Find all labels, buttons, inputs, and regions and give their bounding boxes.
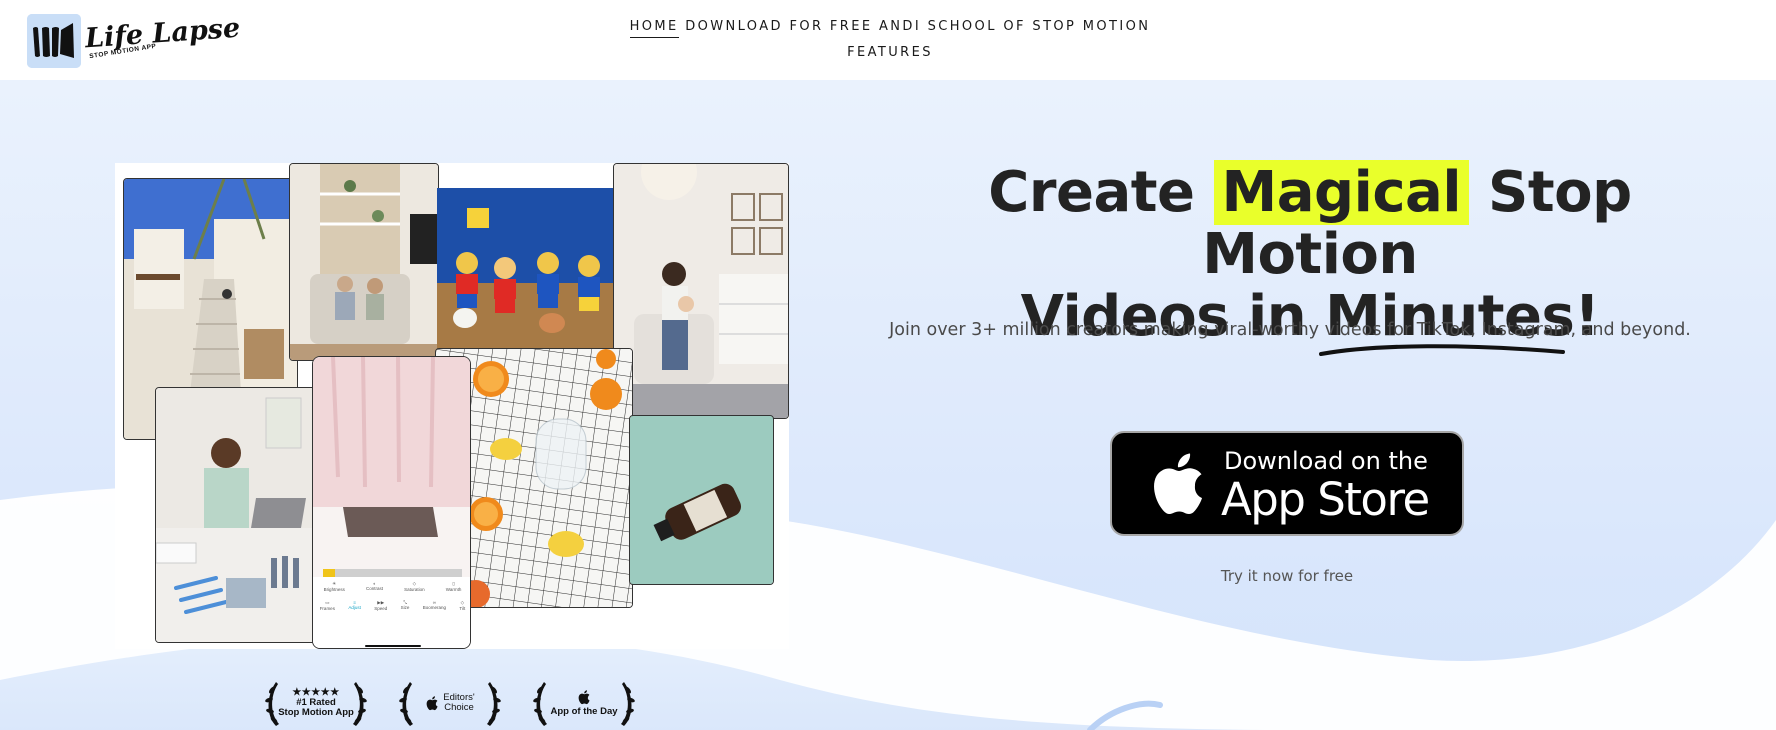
- tool-label: Frames: [319, 606, 335, 611]
- tool-label: Adjust: [348, 605, 361, 610]
- tilt-icon[interactable]: ◇: [461, 600, 464, 605]
- headline-highlight: Magical: [1213, 160, 1470, 225]
- main-nav: HOME DOWNLOAD FOR FREE ANDI SCHOOL OF ST…: [620, 14, 1160, 66]
- nav-item-download[interactable]: DOWNLOAD FOR FREE: [685, 14, 872, 40]
- tool-label: Speed: [374, 606, 388, 611]
- laurel-icon: [399, 682, 501, 726]
- adjust-label: Warmth: [445, 587, 462, 592]
- phone-editor-screen: ☀ Brightness ◐ Contrast ◇ Saturation ▯ Warmt…: [312, 356, 471, 649]
- photo-toy-figures: [437, 188, 617, 353]
- logo[interactable]: Life Lapse STOP MOTION APP: [27, 13, 241, 69]
- try-free-note: Try it now for free: [1220, 567, 1354, 585]
- photo-bottle: [629, 415, 774, 585]
- tool-label: Tilt: [459, 606, 466, 611]
- hero-subtitle: Join over 3+ million creators making vir…: [889, 320, 1691, 340]
- brightness-icon[interactable]: ☀: [332, 581, 336, 586]
- laurel-icon: [533, 682, 635, 726]
- adjust-row: ☀ Brightness ◐ Contrast ◇ Saturation ▯ Warmt…: [313, 577, 470, 592]
- example-collage: ☀ Brightness ◐ Contrast ◇ Saturation ▯ Warmt…: [115, 163, 789, 649]
- logo-mark-icon: [27, 14, 81, 68]
- site-header: Life Lapse STOP MOTION APP HOME DOWNLOAD…: [0, 0, 1776, 80]
- tool-row: ▭ Frames ≡ Adjust ▶▶ Speed ⤡ Size ∞ Boomerang…: [313, 592, 470, 611]
- nav-item-school[interactable]: SCHOOL OF STOP MOTION: [928, 14, 1151, 40]
- speed-icon[interactable]: ▶▶: [377, 600, 384, 605]
- award-editors-choice: Editors' Choice: [396, 676, 504, 730]
- tool-label: Size: [400, 605, 410, 610]
- app-store-line2: App Store: [1221, 473, 1430, 526]
- photo-living-room: [289, 163, 439, 361]
- nav-item-features[interactable]: FEATURES: [847, 40, 933, 66]
- home-indicator: [365, 645, 421, 647]
- warmth-icon[interactable]: ▯: [452, 581, 454, 586]
- app-store-button[interactable]: Download on the App Store: [1110, 431, 1464, 536]
- saturation-icon[interactable]: ◇: [413, 581, 416, 586]
- app-store-line1: Download on the: [1224, 447, 1428, 475]
- award-app-of-the-day: App of the Day: [530, 676, 638, 730]
- awards-row: ★★★★★ #1 Rated Stop Motion App Editors' …: [262, 676, 638, 730]
- adjust-label: Brightness: [323, 587, 345, 592]
- photo-mother-baby: [613, 163, 789, 419]
- adjust-label: Contrast: [365, 586, 383, 591]
- frames-icon[interactable]: ▭: [325, 600, 329, 605]
- laurel-icon: [265, 682, 367, 726]
- tool-label: Boomerang: [422, 605, 447, 610]
- adjust-label: Saturation: [404, 587, 425, 592]
- apple-icon: [1154, 453, 1202, 515]
- nav-item-home[interactable]: HOME: [629, 17, 679, 38]
- underline-swoosh-icon: [1319, 344, 1566, 356]
- nav-item-andi[interactable]: ANDI: [879, 14, 921, 40]
- logo-name: Life Lapse: [84, 12, 242, 55]
- headline-part1: Create: [988, 160, 1195, 225]
- photo-woman-desk: [155, 387, 322, 643]
- award-top-rated: ★★★★★ #1 Rated Stop Motion App: [262, 676, 370, 730]
